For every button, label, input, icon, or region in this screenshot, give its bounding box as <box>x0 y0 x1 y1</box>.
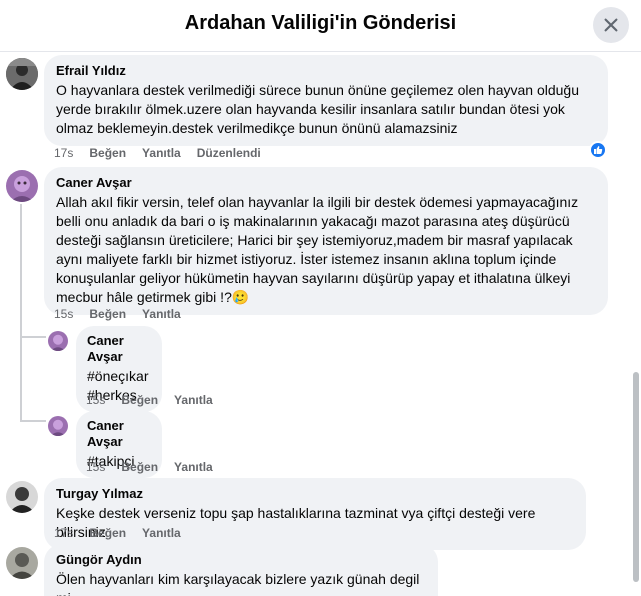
thread-line <box>20 204 22 422</box>
thumbs-up-icon <box>594 146 603 154</box>
comment-text-wrap: Allah akıl fikir versin, telef olan hayv… <box>56 193 596 307</box>
thread-branch <box>20 336 46 338</box>
profile-photo-icon <box>6 547 38 579</box>
scrollbar[interactable] <box>633 372 639 582</box>
like-button[interactable]: Beğen <box>121 393 158 407</box>
comment-time[interactable]: 17s <box>54 146 73 160</box>
like-button[interactable]: Beğen <box>121 460 158 474</box>
close-button[interactable] <box>593 7 629 43</box>
comment-author[interactable]: Güngör Aydın <box>56 552 426 568</box>
like-button[interactable]: Beğen <box>89 307 126 321</box>
reply-time[interactable]: 15s <box>86 393 105 407</box>
like-button[interactable]: Beğen <box>89 146 126 160</box>
edited-label: Düzenlendi <box>196 146 261 160</box>
comment-author[interactable]: Caner Avşar <box>56 175 596 191</box>
comment-bubble: Caner Avşar Allah akıl fikir versin, tel… <box>44 167 608 315</box>
profile-photo-icon <box>6 170 38 202</box>
avatar[interactable] <box>48 331 68 351</box>
comment-time[interactable]: 15s <box>54 307 73 321</box>
comment-bubble: Efrail Yıldız O hayvanlara destek verilm… <box>44 55 608 146</box>
close-icon <box>604 18 618 32</box>
emoji: 🥲 <box>231 289 250 305</box>
like-reaction-icon[interactable] <box>589 141 607 159</box>
comment-text: Allah akıl fikir versin, telef olan hayv… <box>56 194 579 305</box>
reply-button[interactable]: Yanıtla <box>142 146 181 160</box>
reply-actions: 15s Beğen Yanıtla <box>86 460 213 474</box>
comment-author[interactable]: Turgay Yılmaz <box>56 486 574 502</box>
avatar[interactable] <box>6 58 38 90</box>
reply-author[interactable]: Caner Avşar <box>87 418 151 450</box>
profile-photo-icon <box>48 331 68 351</box>
profile-photo-icon <box>48 416 68 436</box>
comment-author[interactable]: Efrail Yıldız <box>56 63 596 79</box>
comment-time[interactable]: 17s <box>54 526 73 540</box>
profile-photo-icon <box>6 58 38 90</box>
reply-button[interactable]: Yanıtla <box>174 393 213 407</box>
hashtag-link[interactable]: #öneçıkar <box>87 367 151 386</box>
reply-button[interactable]: Yanıtla <box>142 307 181 321</box>
avatar[interactable] <box>6 170 38 202</box>
reply-time[interactable]: 15s <box>86 460 105 474</box>
avatar[interactable] <box>6 547 38 579</box>
comment-actions: 17s Beğen Yanıtla Düzenlendi <box>54 146 261 160</box>
reply-button[interactable]: Yanıtla <box>174 460 213 474</box>
comment-actions: 17s Beğen Yanıtla <box>54 526 181 540</box>
profile-photo-icon <box>6 481 38 513</box>
dialog-title: Ardahan Valiligi'in Gönderisi <box>184 12 457 34</box>
reply-button[interactable]: Yanıtla <box>142 526 181 540</box>
dialog-header: Ardahan Valiligi'in Gönderisi <box>0 0 641 52</box>
comment-bubble: Güngör Aydın Ölen hayvanları kim karşıla… <box>44 544 438 596</box>
comment-text: Ölen hayvanları kim karşılayacak bizlere… <box>56 571 420 596</box>
thread-branch <box>20 420 46 422</box>
avatar[interactable] <box>6 481 38 513</box>
comment-actions: 15s Beğen Yanıtla <box>54 307 181 321</box>
reply-author[interactable]: Caner Avşar <box>87 333 151 365</box>
avatar[interactable] <box>48 416 68 436</box>
like-button[interactable]: Beğen <box>89 526 126 540</box>
reply-actions: 15s Beğen Yanıtla <box>86 393 213 407</box>
comment-text: O hayvanlara destek verilmediği sürece b… <box>56 82 579 136</box>
